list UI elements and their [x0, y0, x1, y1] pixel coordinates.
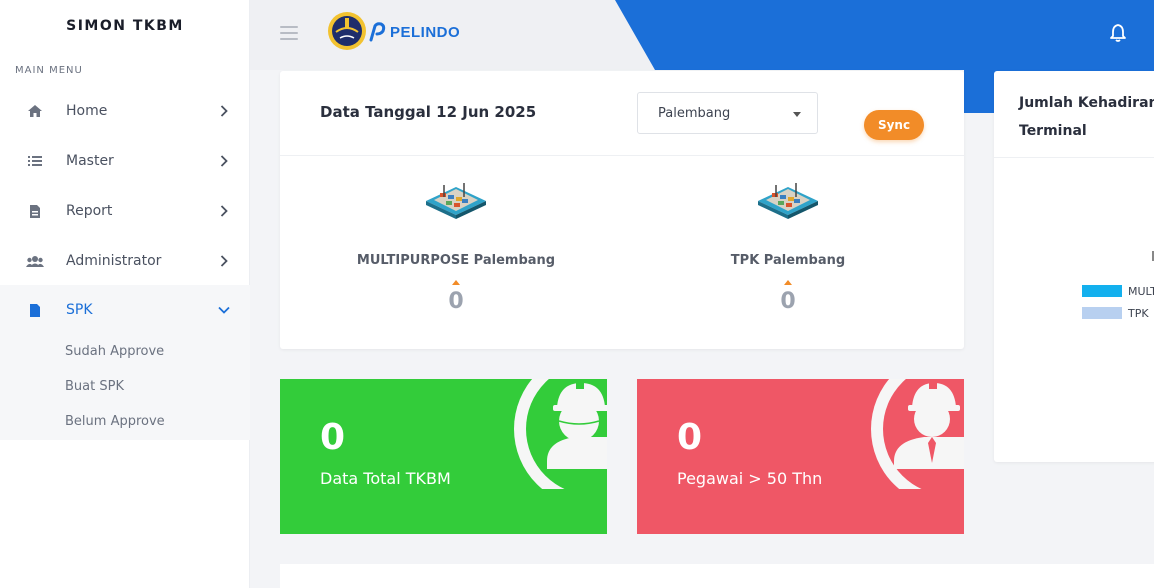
- legend-label: TPK: [1128, 306, 1149, 320]
- terminal-tpk: TPK Palembang 0: [658, 175, 918, 314]
- legend-item[interactable]: TPK: [1082, 306, 1149, 320]
- sidebar-item-spk[interactable]: SPK: [0, 285, 250, 335]
- stat-card-total-tkbm: 0 Data Total TKBM: [280, 379, 607, 534]
- attendance-chart-card: Jumlah Kehadiran Terminal MULT TPK: [994, 71, 1154, 462]
- data-date-title: Data Tanggal 12 Jun 2025: [320, 103, 537, 121]
- sidebar-item-label: Administrator: [66, 253, 162, 269]
- terminal-name: MULTIPURPOSE Palembang: [356, 253, 556, 268]
- menu-toggle-button[interactable]: [280, 26, 298, 40]
- users-icon: [26, 253, 44, 269]
- notification-bell-icon[interactable]: [1108, 23, 1128, 47]
- pelindo-mark-icon: [369, 22, 386, 42]
- bottom-card: [280, 564, 1154, 588]
- sidebar-item-label: Master: [66, 153, 114, 169]
- location-select-value: Palembang: [658, 106, 731, 121]
- chevron-right-icon: [218, 254, 230, 268]
- spk-submenu: Sudah Approve Buat SPK Belum Approve: [0, 334, 250, 440]
- stat-value: 0: [320, 417, 346, 458]
- port-terminal-icon: [758, 183, 818, 219]
- caret-up-icon: [452, 280, 460, 285]
- home-icon: [26, 103, 44, 119]
- chevron-right-icon: [218, 204, 230, 218]
- sidebar-item-label: Report: [66, 203, 113, 219]
- stat-label: Pegawai > 50 Thn: [677, 469, 823, 488]
- sidebar-item-label: SPK: [66, 302, 93, 318]
- chevron-right-icon: [218, 104, 230, 118]
- sidebar-item-master[interactable]: Master: [0, 136, 250, 186]
- logo-text: PELINDO: [390, 23, 461, 41]
- caret-up-icon: [784, 280, 792, 285]
- caret-down-icon: [793, 112, 801, 117]
- pelindo-logo[interactable]: PELINDO: [326, 10, 460, 54]
- sidebar-item-label: Home: [66, 103, 108, 119]
- worker-tie-icon: [871, 379, 964, 489]
- submenu-item-belum-approve[interactable]: Belum Approve: [65, 414, 165, 429]
- stat-label: Data Total TKBM: [320, 469, 451, 488]
- stat-value: 0: [677, 417, 703, 458]
- menu-heading: MAIN MENU: [15, 65, 83, 76]
- worker-helmet-icon: [514, 379, 607, 489]
- terminal-count: 0: [448, 289, 464, 314]
- stat-card-pegawai-50: 0 Pegawai > 50 Thn: [637, 379, 964, 534]
- emblem-icon: [328, 12, 366, 50]
- divider: [280, 155, 964, 156]
- sidebar: SIMON TKBM MAIN MENU Home Master Report: [0, 0, 250, 588]
- terminal-data-card: Data Tanggal 12 Jun 2025 Palembang Sync …: [280, 71, 964, 349]
- legend-swatch: [1082, 285, 1122, 297]
- divider: [994, 157, 1154, 158]
- sidebar-item-report[interactable]: Report: [0, 186, 250, 236]
- sidebar-item-administrator[interactable]: Administrator: [0, 236, 250, 286]
- sync-button[interactable]: Sync: [864, 110, 924, 140]
- location-select[interactable]: Palembang: [637, 92, 818, 134]
- legend-item[interactable]: MULT: [1082, 284, 1154, 298]
- terminal-name: TPK Palembang: [730, 253, 846, 268]
- chevron-right-icon: [218, 154, 230, 168]
- list-icon: [26, 153, 44, 169]
- brand-title: SIMON TKBM: [66, 18, 184, 34]
- terminal-multipurpose: MULTIPURPOSE Palembang 0: [326, 175, 586, 314]
- terminal-count: 0: [780, 289, 796, 314]
- file-text-icon: [26, 203, 44, 219]
- legend-label: MULT: [1128, 284, 1154, 298]
- legend-swatch: [1082, 307, 1122, 319]
- chart-title: Jumlah Kehadiran Terminal: [1019, 95, 1154, 139]
- file-icon: [26, 302, 44, 318]
- submenu-item-sudah-approve[interactable]: Sudah Approve: [65, 344, 164, 359]
- port-terminal-icon: [426, 183, 486, 219]
- sidebar-item-home[interactable]: Home: [0, 86, 250, 136]
- submenu-item-buat-spk[interactable]: Buat SPK: [65, 379, 124, 394]
- chevron-down-icon: [218, 303, 230, 317]
